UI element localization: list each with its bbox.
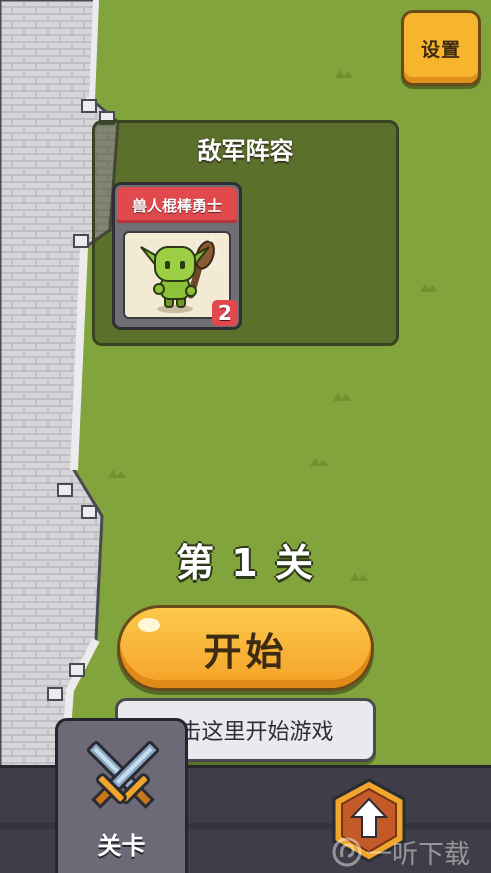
ear-logo-icon <box>332 837 362 867</box>
enemy-lineup-title: 敌军阵容 <box>197 137 294 165</box>
start-button-label: 开始 <box>203 629 288 674</box>
enemy-unit-count: 2 <box>212 300 238 326</box>
settings-button[interactable]: 设置 <box>401 10 481 86</box>
grass-tuft <box>333 393 351 401</box>
watermark: 一听下载 <box>332 832 491 872</box>
start-game-button[interactable]: 开始 <box>117 605 374 691</box>
level-title: 第 1 关 <box>176 541 315 585</box>
grass-tuft <box>310 458 328 466</box>
enemy-unit-card[interactable]: 兽人棍棒勇士 2 <box>112 182 242 330</box>
game-screen: 设置 敌军阵容 兽人棍棒勇士 2 第 1 关 开始 点击这里开始游戏 关卡 一听… <box>0 0 491 873</box>
tab-levels[interactable]: 关卡 <box>55 718 188 873</box>
crossed-swords-icon <box>86 740 160 809</box>
enemy-unit-name: 兽人棍棒勇士 <box>117 187 237 223</box>
enemy-lineup-panel: 敌军阵容 兽人棍棒勇士 2 <box>92 120 399 346</box>
tab-levels-label: 关卡 <box>97 832 146 860</box>
grass-tuft <box>335 70 353 78</box>
grass-tuft <box>420 284 438 292</box>
watermark-text: 一听下载 <box>366 839 471 870</box>
